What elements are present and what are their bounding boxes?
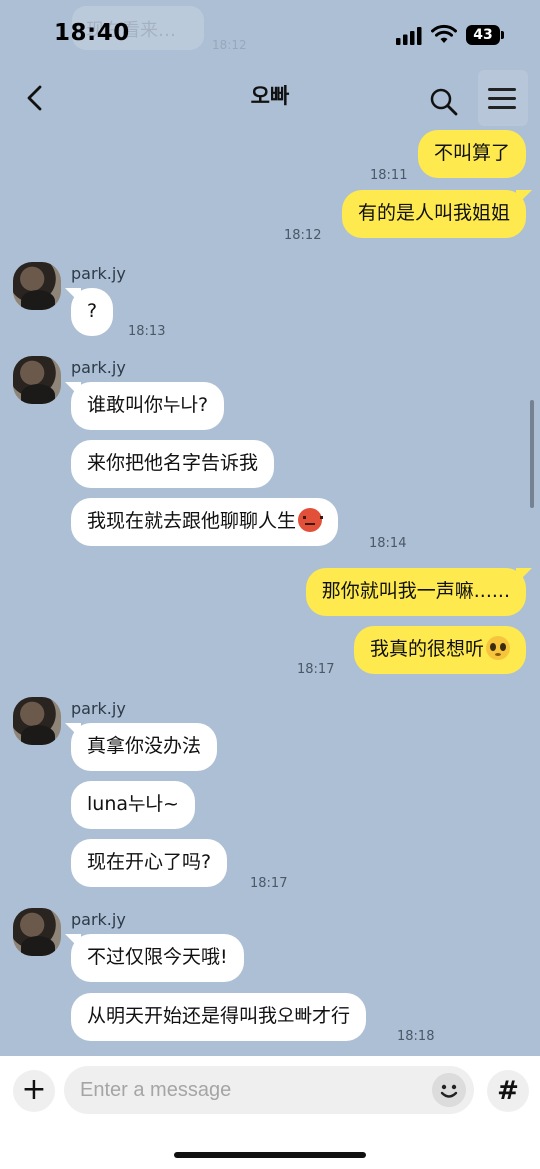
pleading-face-emoji	[486, 636, 510, 660]
incoming-message[interactable]: 来你把他名字告诉我	[71, 440, 275, 488]
message-time: 18:17	[250, 876, 288, 891]
message-time: 18:11	[370, 168, 408, 183]
message-text: 我现在就去跟他聊聊人生	[87, 510, 297, 532]
incoming-message[interactable]: 从明天开始还是得叫我오빠才行	[71, 993, 366, 1041]
smiley-icon[interactable]	[432, 1073, 466, 1107]
scrollbar[interactable]	[530, 400, 534, 508]
battery-icon: 43	[466, 25, 504, 45]
avatar[interactable]	[13, 697, 61, 745]
angry-face-emoji	[298, 508, 324, 532]
message-time: 18:18	[397, 1029, 435, 1044]
incoming-message[interactable]: 真拿你没办法	[71, 723, 218, 771]
status-time: 18:40	[54, 20, 130, 46]
incoming-message[interactable]: 我现在就去跟他聊聊人生	[71, 498, 339, 546]
home-indicator	[174, 1152, 366, 1158]
outgoing-message[interactable]: 不叫算了	[417, 130, 526, 178]
message-text: 我真的很想听	[369, 638, 484, 660]
avatar[interactable]	[13, 908, 61, 956]
message-time: 18:12	[284, 228, 322, 243]
message-list[interactable]: 不叫算了 18:11 有的是人叫我姐姐 18:12 park.jy ? 18:1…	[0, 126, 540, 1056]
incoming-message[interactable]: luna누나~	[71, 781, 195, 829]
hashtag-icon[interactable]: #	[487, 1070, 529, 1112]
message-time: 18:13	[128, 324, 166, 339]
battery-level: 43	[473, 27, 493, 43]
sender-name: park.jy	[71, 358, 126, 377]
message-input[interactable]	[64, 1066, 474, 1114]
sender-name: park.jy	[71, 699, 126, 718]
search-icon[interactable]	[428, 86, 460, 118]
sender-name: park.jy	[71, 264, 126, 283]
incoming-message[interactable]: ?	[71, 288, 114, 336]
sender-name: park.jy	[71, 910, 126, 929]
plus-icon[interactable]: +	[13, 1070, 55, 1112]
incoming-message[interactable]: 现在开心了吗?	[71, 839, 228, 887]
message-time: 18:17	[297, 662, 335, 677]
incoming-message[interactable]: 不过仅限今天哦!	[71, 934, 244, 982]
cellular-signal-icon	[396, 27, 422, 45]
status-bar: 现在看来… 18:12 18:40 43	[0, 0, 540, 70]
outgoing-message[interactable]: 有的是人叫我姐姐	[341, 190, 526, 238]
message-composer: + #	[0, 1056, 540, 1169]
avatar[interactable]	[13, 262, 61, 310]
wifi-icon	[431, 24, 457, 43]
menu-icon[interactable]	[478, 70, 528, 126]
avatar[interactable]	[13, 356, 61, 404]
incoming-message[interactable]: 谁敢叫你누나?	[71, 382, 225, 430]
background-notification-time: 18:12	[212, 38, 247, 52]
outgoing-message[interactable]: 那你就叫我一声嘛......	[305, 568, 526, 616]
message-time: 18:14	[369, 536, 407, 551]
chat-header: 오빠	[0, 70, 540, 126]
outgoing-message[interactable]: 我真的很想听	[353, 626, 526, 674]
